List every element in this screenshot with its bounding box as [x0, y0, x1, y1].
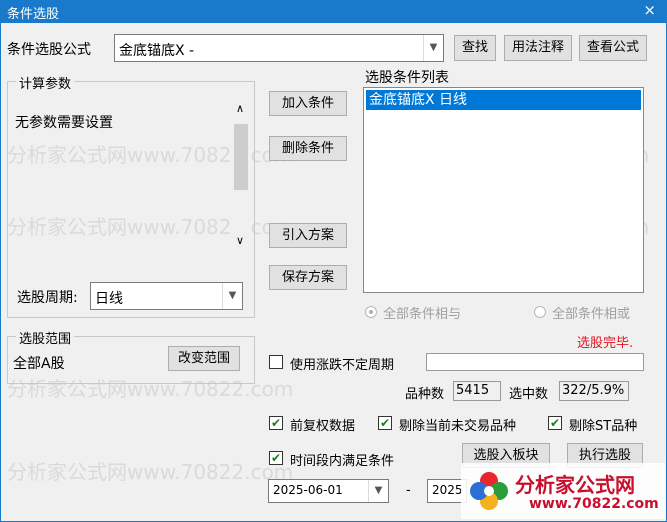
change-scope-button[interactable]: 改变范围: [168, 346, 240, 371]
count-value: 5415: [453, 381, 501, 401]
fq-checkbox[interactable]: ✔: [269, 416, 283, 430]
radio-and[interactable]: [365, 306, 377, 318]
chevron-down-icon[interactable]: ▼: [222, 283, 242, 309]
pinwheel-logo-icon: [470, 472, 508, 510]
scope-legend: 选股范围: [16, 328, 75, 347]
date-to-value: 2025: [432, 483, 463, 497]
period-label: 选股周期:: [17, 290, 78, 306]
use-period-checkbox[interactable]: [269, 355, 283, 369]
calc-params-group: 计算参数 无参数需要设置 ∧ ∨ 选股周期: 日线 ▼: [7, 73, 255, 318]
scope-group: 选股范围 全部A股 改变范围: [7, 328, 255, 384]
watermark-text: 分析家公式网www.70822.com: [7, 460, 294, 484]
radio-or-label: 全部条件相或: [552, 307, 631, 322]
count-label: 品种数: [405, 387, 445, 402]
date-from-value: 2025-06-01: [273, 483, 343, 497]
add-condition-button[interactable]: 加入条件: [269, 91, 347, 116]
fq-label: 前复权数据: [290, 419, 356, 434]
radio-or[interactable]: [534, 306, 546, 318]
site-logo: 分析家公式网 www.70822.com: [461, 463, 665, 519]
import-scheme-button[interactable]: 引入方案: [269, 223, 347, 248]
formula-label: 条件选股公式: [7, 42, 91, 58]
condition-stock-selection-window: 条件选股 × 分析家公式网www.70822.com 分析家公式网www.708…: [0, 0, 667, 522]
use-period-label: 使用涨跌不定周期: [290, 358, 395, 373]
selected-label: 选中数: [509, 387, 549, 402]
logo-text: 分析家公式网: [515, 473, 635, 497]
selected-value: 322/5.9%: [559, 381, 629, 401]
list-item[interactable]: 金底锚底X 日线: [366, 90, 641, 110]
date-separator: -: [406, 483, 411, 498]
scope-text: 全部A股: [13, 356, 65, 372]
radio-and-label: 全部条件相与: [383, 307, 462, 322]
date-from-select[interactable]: 2025-06-01 ▼: [268, 479, 389, 503]
exclude-st-checkbox[interactable]: ✔: [548, 416, 562, 430]
time-range-label: 时间段内满足条件: [290, 454, 395, 469]
exclude-untraded-checkbox[interactable]: ✔: [378, 416, 392, 430]
find-button[interactable]: 查找: [454, 35, 496, 61]
chevron-down-icon[interactable]: ▼: [423, 35, 443, 61]
scroll-up-icon[interactable]: ∧: [236, 102, 244, 115]
logo-url: www.70822.com: [529, 496, 659, 512]
formula-select[interactable]: 金底锚底X - ▼: [114, 34, 444, 62]
usage-notes-button[interactable]: 用法注释: [504, 35, 572, 61]
chevron-down-icon[interactable]: ▼: [368, 480, 388, 502]
params-text: 无参数需要设置: [15, 115, 113, 131]
scroll-thumb[interactable]: [234, 124, 248, 190]
title-bar: 条件选股 ×: [1, 1, 666, 23]
period-value: 日线: [95, 291, 123, 307]
scroll-down-icon[interactable]: ∨: [236, 234, 244, 247]
condition-list[interactable]: 金底锚底X 日线: [363, 87, 644, 293]
exclude-untraded-label: 剔除当前未交易品种: [399, 419, 517, 434]
close-icon[interactable]: ×: [643, 1, 656, 19]
time-range-checkbox[interactable]: ✔: [269, 451, 283, 465]
save-scheme-button[interactable]: 保存方案: [269, 265, 347, 290]
formula-value: 金底锚底X -: [119, 43, 195, 59]
window-title: 条件选股: [7, 7, 60, 22]
period-select[interactable]: 日线 ▼: [90, 282, 243, 310]
delete-condition-button[interactable]: 删除条件: [269, 136, 347, 161]
exclude-st-label: 剔除ST品种: [569, 419, 638, 434]
status-text: 选股完毕.: [577, 336, 634, 351]
period-input[interactable]: [426, 353, 644, 371]
calc-params-legend: 计算参数: [16, 73, 75, 92]
condition-list-label: 选股条件列表: [365, 70, 449, 86]
view-formula-button[interactable]: 查看公式: [579, 35, 647, 61]
params-scrollbar[interactable]: ∧ ∨: [232, 102, 250, 252]
